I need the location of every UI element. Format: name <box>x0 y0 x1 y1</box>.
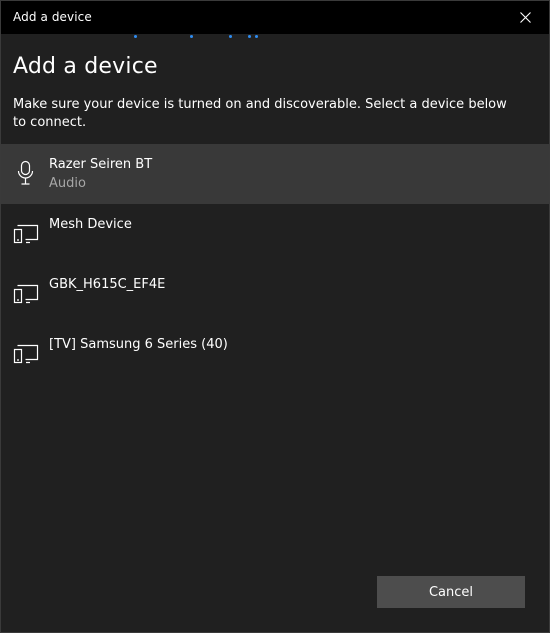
progress-indicator <box>1 34 549 38</box>
device-type: Audio <box>49 176 86 191</box>
progress-dot <box>190 35 193 38</box>
device-name: GBK_H615C_EF4E <box>49 277 166 292</box>
page-title: Add a device <box>13 54 158 79</box>
device-list: Razer Seiren BT Audio Mesh Device GBK_H6… <box>1 144 549 384</box>
device-name: Mesh Device <box>49 217 132 232</box>
close-button[interactable] <box>503 1 549 34</box>
progress-dot <box>248 35 251 38</box>
display-device-icon <box>13 224 39 244</box>
device-item-mesh-device[interactable]: Mesh Device <box>1 204 549 264</box>
title-bar: Add a device <box>1 1 549 34</box>
progress-dot <box>229 35 232 38</box>
device-item-samsung-tv[interactable]: [TV] Samsung 6 Series (40) <box>1 324 549 384</box>
device-item-gbk-h615c[interactable]: GBK_H615C_EF4E <box>1 264 549 324</box>
device-item-razer-seiren-bt[interactable]: Razer Seiren BT Audio <box>1 144 549 204</box>
display-device-icon <box>13 344 39 364</box>
instructions-text: Make sure your device is turned on and d… <box>13 97 507 130</box>
device-name: [TV] Samsung 6 Series (40) <box>49 337 228 352</box>
progress-dot <box>134 35 137 38</box>
add-device-dialog: Add a device Add a device Make sure your… <box>0 0 550 633</box>
display-device-icon <box>13 284 39 304</box>
cancel-button[interactable]: Cancel <box>377 576 525 608</box>
close-icon <box>520 12 531 23</box>
microphone-icon <box>17 160 34 185</box>
device-name: Razer Seiren BT <box>49 157 153 172</box>
window-title: Add a device <box>13 10 92 24</box>
progress-dot <box>255 35 258 38</box>
